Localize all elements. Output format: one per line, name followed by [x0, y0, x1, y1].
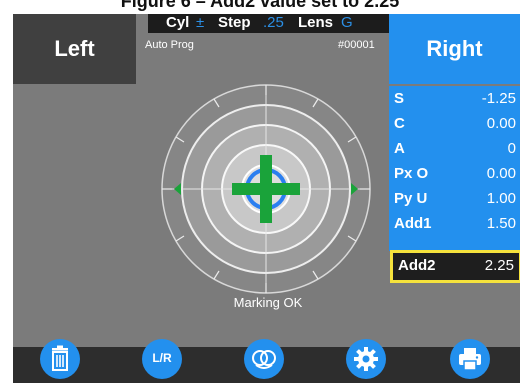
left-lens-label: Left: [54, 36, 95, 61]
print-button[interactable]: [450, 339, 490, 379]
measurement-value: -1.25: [481, 90, 516, 107]
lr-icon: L/R: [152, 351, 172, 365]
right-lens-label: Right: [426, 36, 483, 61]
measurement-value: 0.00: [486, 165, 516, 182]
trash-button[interactable]: [40, 339, 80, 379]
mode-label: Auto Prog: [145, 39, 194, 51]
cyl-label: Cyl: [166, 14, 190, 31]
add2-row-highlighted[interactable]: Add2 2.25: [390, 250, 520, 283]
measurement-label: S: [394, 90, 405, 107]
measurement-value: 0: [507, 140, 516, 157]
measurement-row-a: A 0: [389, 138, 520, 160]
add2-label: Add2: [398, 257, 436, 274]
measurement-value: 1.00: [486, 190, 516, 207]
measurement-value: 1.50: [486, 215, 516, 232]
measurement-label: A: [394, 140, 405, 157]
right-lens-button[interactable]: Right: [389, 14, 520, 84]
measurement-panel: S -1.25 C 0.00 A 0 Px O 0.00 Py U 1.00 A…: [389, 86, 520, 251]
gear-icon: [354, 347, 378, 371]
measurement-label: Px O: [394, 165, 429, 182]
figure-caption: Figure 6 – Add2 value set to 2.25: [0, 0, 520, 14]
lens-type-button[interactable]: [244, 339, 284, 379]
measurement-row-c: C 0.00: [389, 113, 520, 135]
measurement-row-s: S -1.25: [389, 88, 520, 110]
alignment-target: [161, 84, 371, 294]
measurement-row-px: Px O 0.00: [389, 163, 520, 185]
settings-button[interactable]: [346, 339, 386, 379]
trash-icon: [52, 345, 68, 371]
lens-icon: [252, 350, 276, 369]
lens-label: Lens: [298, 14, 334, 31]
lr-switch-button[interactable]: L/R: [142, 339, 182, 379]
lensmeter-screen: Cyl ± Step .25 Lens G Left Right Auto Pr…: [13, 14, 520, 383]
measurement-label: Add1: [394, 215, 432, 232]
settings-bar: Cyl ± Step .25 Lens G: [148, 14, 393, 33]
status-message: Marking OK: [233, 295, 303, 310]
caption-text: Figure 6 – Add2 value set to 2.25: [120, 0, 400, 11]
printer-icon: [459, 348, 481, 371]
crosshair-horizontal: [232, 183, 300, 195]
lens-value[interactable]: G: [341, 14, 353, 33]
add2-value: 2.25: [484, 257, 514, 274]
measurement-label: C: [394, 115, 405, 132]
left-lens-button[interactable]: Left: [13, 14, 136, 84]
measurement-row-add1: Add1 1.50: [389, 213, 520, 235]
measurement-value: 0.00: [486, 115, 516, 132]
measurement-label: Py U: [394, 190, 428, 207]
record-id: #00001: [338, 39, 375, 51]
measurement-row-py: Py U 1.00: [389, 188, 520, 210]
step-label: Step: [218, 14, 251, 31]
step-value[interactable]: .25: [263, 14, 284, 33]
cyl-value[interactable]: ±: [196, 14, 204, 33]
